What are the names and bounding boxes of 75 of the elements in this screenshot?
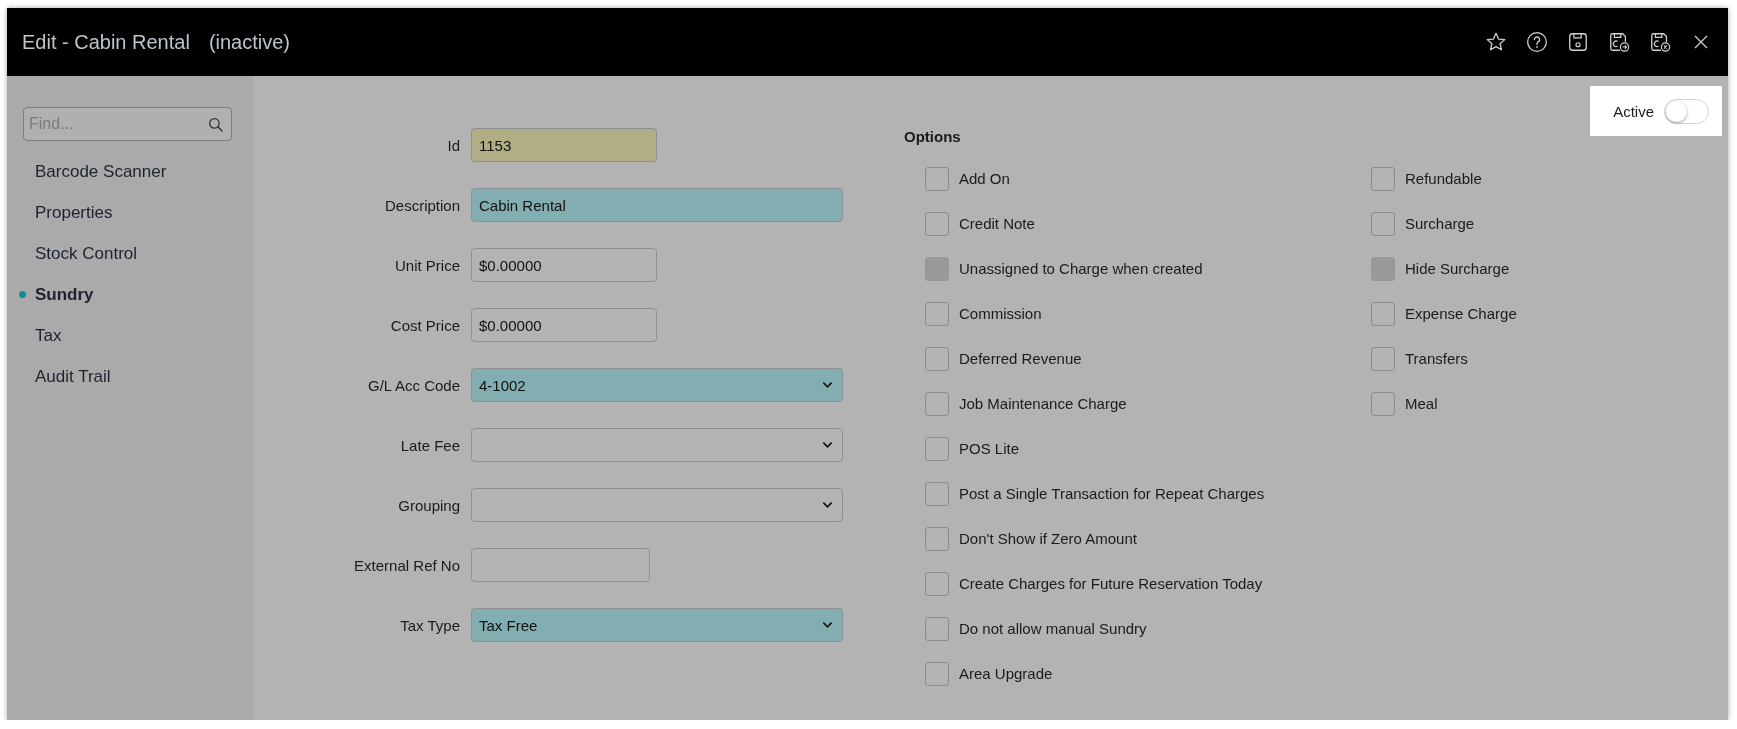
- checkbox[interactable]: [925, 166, 949, 191]
- toggle-switch[interactable]: [1664, 98, 1709, 124]
- search-icon[interactable]: [208, 117, 223, 132]
- dropdown[interactable]: [471, 428, 843, 462]
- checkbox-label: Unassigned to Charge when created: [959, 260, 1203, 277]
- star-icon[interactable]: [1485, 31, 1507, 53]
- checkbox-label: Area Upgrade: [959, 665, 1053, 682]
- field-label: Cost Price: [390, 316, 460, 334]
- text-field[interactable]: [471, 548, 650, 582]
- checkbox-label: Job Maintenance Charge: [959, 395, 1127, 412]
- help-icon[interactable]: [1526, 31, 1548, 53]
- window-title: Edit - Cabin Rental: [22, 30, 190, 54]
- field-label: Late Fee: [400, 436, 460, 454]
- checkbox-label: Post a Single Transaction for Repeat Charges: [959, 485, 1265, 502]
- dropdown[interactable]: 4-1002: [471, 368, 843, 402]
- chevron-down-icon: [822, 621, 833, 629]
- section-heading: Options: [904, 128, 961, 146]
- checkbox-label: Add On: [959, 170, 1010, 187]
- sidebar-item[interactable]: Audit Trail: [35, 366, 111, 387]
- sidebar-item[interactable]: Sundry: [35, 284, 94, 305]
- floppy-disk-arrow-icon[interactable]: [1608, 31, 1630, 53]
- checkbox[interactable]: [925, 481, 949, 506]
- checkbox[interactable]: [925, 211, 949, 236]
- chevron-down-icon: [822, 501, 833, 509]
- checkbox-label: Deferred Revenue: [959, 350, 1082, 367]
- field-label: External Ref No: [354, 556, 460, 574]
- toggle-label: Active: [1613, 102, 1654, 120]
- sidebar-item[interactable]: Barcode Scanner: [35, 161, 167, 182]
- field-label: Unit Price: [394, 256, 460, 274]
- sidebar-item[interactable]: Tax: [35, 325, 62, 346]
- field-label: Grouping: [398, 496, 460, 514]
- status-text: (inactive): [208, 30, 290, 54]
- save-icon[interactable]: [1567, 31, 1589, 53]
- text-field[interactable]: 1153: [471, 128, 657, 162]
- dropdown[interactable]: Tax Free: [471, 608, 843, 642]
- dropdown[interactable]: [471, 488, 843, 522]
- chevron-down-icon: [822, 441, 833, 449]
- checkbox[interactable]: [925, 571, 949, 596]
- field-label: G/L Acc Code: [368, 376, 460, 394]
- chevron-down-icon: [822, 381, 833, 389]
- checkbox-label: Credit Note: [959, 215, 1035, 232]
- text-field[interactable]: Cabin Rental: [471, 188, 843, 222]
- checkbox-label: Meal: [1405, 395, 1438, 412]
- checkbox[interactable]: [1371, 346, 1395, 371]
- checkbox-label: Expense Charge: [1405, 305, 1517, 322]
- checkbox[interactable]: [925, 661, 949, 686]
- checkbox[interactable]: [925, 346, 949, 371]
- checkbox-label: Surcharge: [1405, 215, 1475, 232]
- checkbox-label: POS Lite: [959, 440, 1020, 457]
- checkbox-label: Refundable: [1405, 170, 1482, 187]
- checkbox[interactable]: [1371, 301, 1395, 326]
- close-icon[interactable]: [1692, 33, 1710, 51]
- sidebar-item[interactable]: Stock Control: [35, 243, 138, 264]
- checkbox[interactable]: [925, 436, 949, 461]
- checkbox[interactable]: [925, 616, 949, 641]
- checkbox-label: Commission: [959, 305, 1042, 322]
- checkbox[interactable]: [1371, 211, 1395, 236]
- field-label: Id: [447, 136, 460, 154]
- checkbox-label: Do not allow manual Sundry: [959, 620, 1147, 637]
- checkbox-label: Don't Show if Zero Amount: [959, 530, 1137, 547]
- checkbox[interactable]: [1371, 391, 1395, 416]
- checkbox-label: Create Charges for Future Reservation Today: [959, 575, 1263, 592]
- bullet-icon: [19, 291, 26, 298]
- sidebar-item[interactable]: Properties: [35, 202, 113, 223]
- checkbox[interactable]: [925, 391, 949, 416]
- checkbox[interactable]: [925, 301, 949, 326]
- text-field[interactable]: $0.00000: [471, 248, 657, 282]
- checkbox-label: Hide Surcharge: [1405, 260, 1510, 277]
- field-label: Tax Type: [400, 616, 460, 634]
- checkbox[interactable]: [1371, 166, 1395, 191]
- checkbox-label: Transfers: [1405, 350, 1468, 367]
- floppy-disk-x-icon[interactable]: [1649, 31, 1671, 53]
- field-label: Description: [384, 196, 460, 214]
- text-field[interactable]: $0.00000: [471, 308, 657, 342]
- checkbox[interactable]: [925, 526, 949, 551]
